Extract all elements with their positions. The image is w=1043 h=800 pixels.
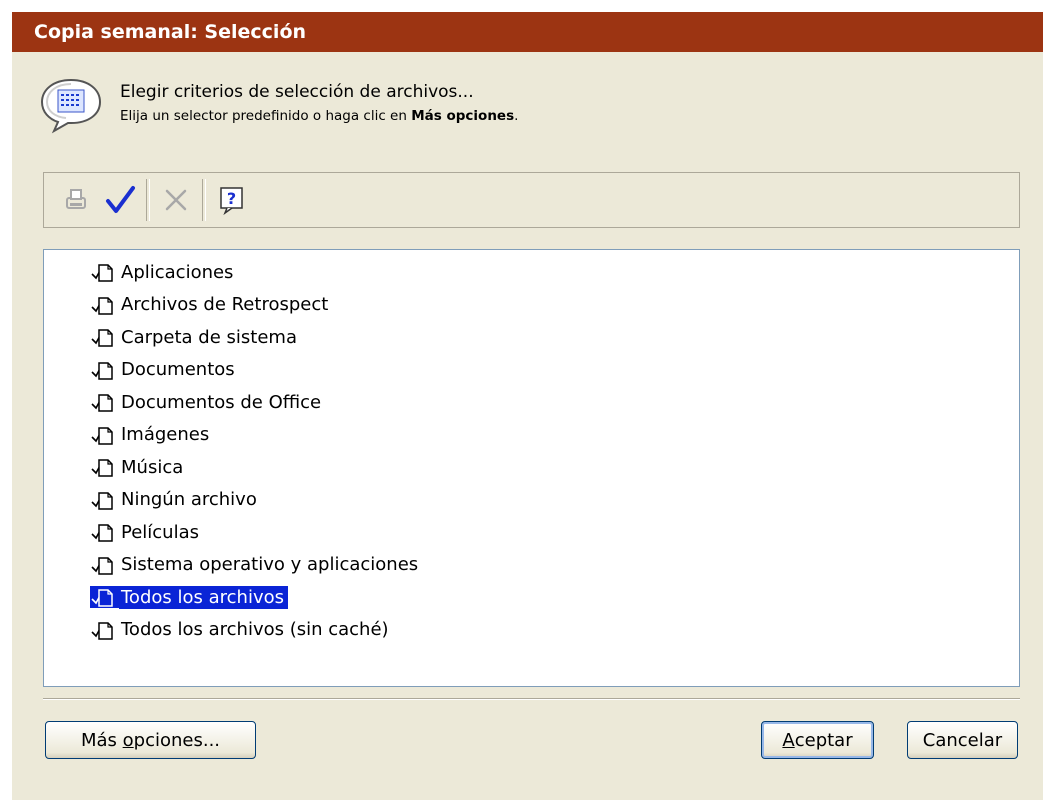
list-item[interactable]: Música [90, 451, 422, 484]
list-item[interactable]: Aplicaciones [90, 256, 422, 289]
list-item[interactable]: Todos los archivos (sin caché) [90, 614, 422, 647]
list-item[interactable]: Películas [90, 516, 422, 549]
selector-icon-wrap [90, 294, 119, 316]
selector-icon-wrap [90, 326, 119, 348]
selector-document-icon [91, 524, 113, 542]
list-item-label: Todos los archivos [119, 585, 288, 609]
selector-document-icon [91, 362, 113, 380]
window-title: Copia semanal: Selección [34, 21, 307, 43]
selector-document-icon [91, 427, 113, 445]
accept-underlined: A [782, 729, 795, 751]
toolbar: ? [43, 172, 1020, 228]
list-item[interactable]: Ningún archivo [90, 484, 422, 517]
header-title: Elegir criterios de selección de archivo… [120, 82, 474, 102]
window-top-edge [0, 0, 1043, 12]
selector-icon-wrap [90, 391, 119, 413]
list-item-label: Películas [121, 521, 200, 543]
list-item-label: Imágenes [121, 424, 210, 446]
more-options-prefix: Más [80, 729, 123, 751]
list-item-label: Ningún archivo [121, 489, 257, 511]
accept-suffix: ceptar [794, 729, 853, 751]
window-left-edge [0, 0, 12, 800]
list-item[interactable]: Sistema operativo y aplicaciones [90, 549, 422, 582]
more-options-suffix: pciones... [133, 729, 221, 751]
selector-icon-wrap [90, 586, 119, 609]
list-item-label: Sistema operativo y aplicaciones [121, 554, 419, 576]
header-subtitle-bold: Más opciones [411, 108, 515, 124]
selector-icon-wrap [90, 554, 119, 576]
list-item-label: Música [121, 456, 184, 478]
selector-document-icon [91, 459, 113, 477]
divider [43, 698, 1020, 700]
selector-icon-wrap [90, 521, 119, 543]
selector-document-icon [91, 589, 113, 607]
selector-icon-wrap [90, 489, 119, 511]
list-item-label: Todos los archivos (sin caché) [121, 619, 389, 641]
selector-document-icon [91, 492, 113, 510]
cancel-button[interactable]: Cancelar [907, 721, 1018, 759]
more-options-button[interactable]: Más o pciones... [45, 721, 256, 759]
selector-document-icon [91, 622, 113, 640]
selector-icon-wrap [90, 424, 119, 446]
list-item[interactable]: Imágenes [90, 419, 422, 452]
cancel-label: Cancelar [922, 729, 1003, 751]
selector-icon-wrap [90, 359, 119, 381]
selector-document-icon [91, 557, 113, 575]
print-button[interactable] [54, 178, 98, 222]
svg-text:?: ? [227, 189, 236, 208]
accept-button[interactable]: Aceptar [761, 721, 874, 759]
header-subtitle: Elija un selector predefinido o haga cli… [120, 108, 518, 124]
selector-document-icon [91, 297, 113, 315]
header-subtitle-suffix: . [514, 108, 519, 124]
header-subtitle-prefix: Elija un selector predefinido o haga cli… [120, 108, 412, 124]
list-item[interactable]: Archivos de Retrospect [90, 289, 422, 322]
speech-bubble-icon [40, 78, 102, 134]
delete-button[interactable] [154, 178, 198, 222]
list-item[interactable]: Todos los archivos [90, 581, 422, 614]
list-item-label: Documentos de Office [121, 391, 322, 413]
help-icon: ? [220, 187, 243, 215]
list-item-label: Documentos [121, 359, 235, 381]
selector-icon-wrap [90, 261, 119, 283]
selector-document-icon [91, 264, 113, 282]
list-item[interactable]: Documentos de Office [90, 386, 422, 419]
selector-listbox[interactable]: Aplicaciones Archivos de Retrospect Carpet… [43, 249, 1020, 687]
print-icon [66, 189, 86, 209]
list-item-label: Aplicaciones [121, 261, 234, 283]
list-item[interactable]: Carpeta de sistema [90, 321, 422, 354]
more-options-underlined: o [122, 729, 134, 751]
selector-icon-wrap [90, 456, 119, 478]
selector-list: Aplicaciones Archivos de Retrospect Carpet… [90, 256, 422, 646]
help-button[interactable]: ? [210, 178, 254, 222]
list-item-label: Archivos de Retrospect [121, 294, 329, 316]
title-bar: Copia semanal: Selección [12, 12, 1043, 52]
list-item-label: Carpeta de sistema [121, 326, 297, 348]
delete-x-icon [165, 189, 187, 211]
list-item[interactable]: Documentos [90, 354, 422, 387]
selector-icon-wrap [90, 619, 119, 641]
accept-check-button[interactable] [98, 178, 142, 222]
checkmark-icon [106, 186, 135, 213]
toolbar-separator [146, 179, 150, 221]
toolbar-separator [202, 179, 206, 221]
selector-document-icon [91, 329, 113, 347]
selector-document-icon [91, 394, 113, 412]
